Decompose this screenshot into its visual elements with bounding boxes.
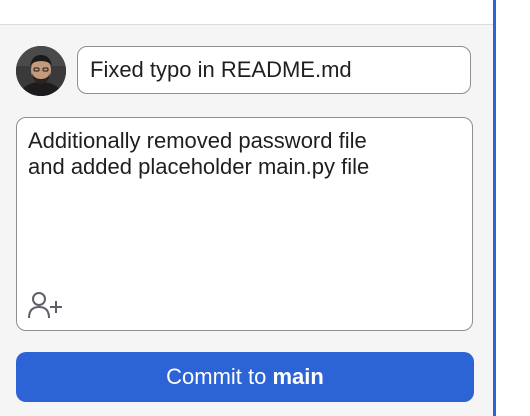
commit-button[interactable]: Commit to main [16,352,474,402]
add-coauthor-icon[interactable] [27,290,63,320]
commit-panel: Fixed typo in README.md Additionally rem… [0,0,530,416]
commit-summary-text: Fixed typo in README.md [90,57,352,82]
branch-name: main [272,364,324,389]
avatar[interactable] [16,46,66,96]
changes-list-area [0,0,493,25]
commit-summary-input[interactable]: Fixed typo in README.md [77,46,471,94]
commit-description-text: Additionally removed password file and a… [28,128,370,179]
diff-area [496,0,530,416]
commit-description-input[interactable]: Additionally removed password file and a… [16,117,473,331]
commit-button-prefix: Commit to [166,364,267,389]
